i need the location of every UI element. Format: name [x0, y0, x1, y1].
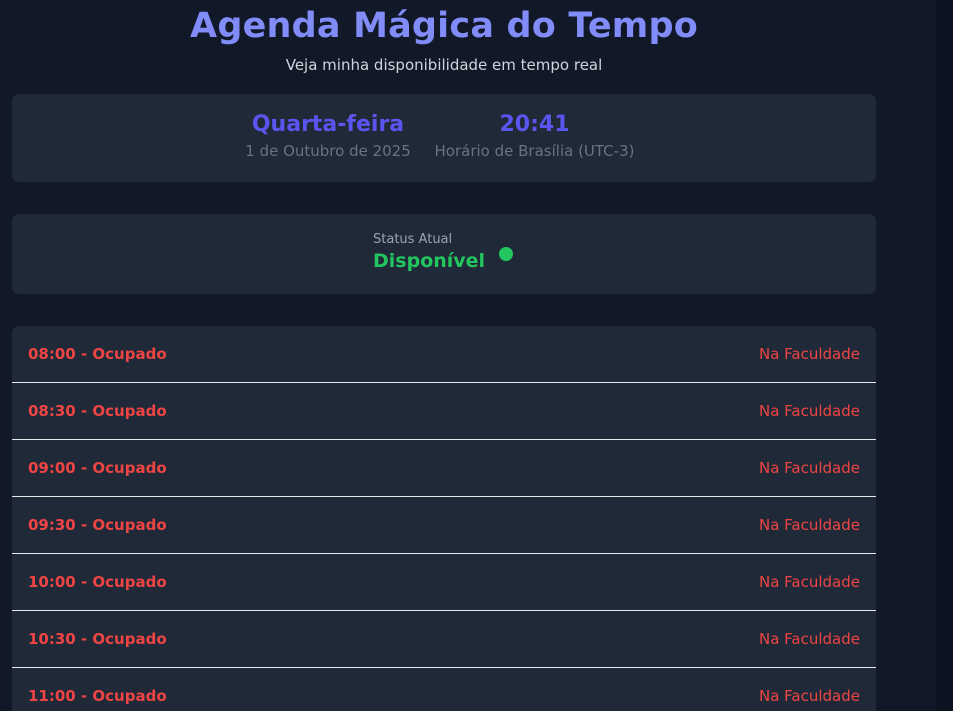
- schedule-slot[interactable]: 09:00 - Ocupado Na Faculdade: [12, 440, 876, 497]
- slot-activity: Na Faculdade: [758, 687, 860, 705]
- clock-card: Quarta-feira 1 de Outubro de 2025 20:41 …: [12, 94, 876, 182]
- page: Agenda Mágica do Tempo Veja minha dispon…: [0, 0, 953, 711]
- slot-time-status: 09:30 - Ocupado: [28, 516, 167, 534]
- slot-activity: Na Faculdade: [758, 402, 860, 420]
- slot-time-status: 10:30 - Ocupado: [28, 630, 167, 648]
- slot-time-status: 10:00 - Ocupado: [28, 573, 167, 591]
- status-card: Status Atual Disponível: [12, 214, 876, 294]
- slot-activity: Na Faculdade: [758, 516, 860, 534]
- schedule-slot[interactable]: 10:00 - Ocupado Na Faculdade: [12, 554, 876, 611]
- status-value: Disponível: [373, 250, 486, 272]
- time-column: 20:41 Horário de Brasília (UTC-3): [427, 111, 642, 161]
- current-time: 20:41: [499, 112, 570, 137]
- status-indicator-dot: [499, 247, 513, 261]
- slot-time-status: 11:00 - Ocupado: [28, 687, 167, 705]
- schedule-slot[interactable]: 09:30 - Ocupado Na Faculdade: [12, 497, 876, 554]
- slot-activity: Na Faculdade: [758, 459, 860, 477]
- scrollbar-track[interactable]: [936, 0, 953, 711]
- slot-activity: Na Faculdade: [758, 573, 860, 591]
- timezone-label: Horário de Brasília (UTC-3): [434, 142, 635, 160]
- page-title: Agenda Mágica do Tempo: [190, 6, 698, 46]
- slot-time-status: 08:00 - Ocupado: [28, 345, 167, 363]
- slot-time-status: 08:30 - Ocupado: [28, 402, 167, 420]
- main-container: Agenda Mágica do Tempo Veja minha dispon…: [12, 0, 876, 711]
- day-column: Quarta-feira 1 de Outubro de 2025: [243, 111, 413, 161]
- schedule-slot[interactable]: 08:30 - Ocupado Na Faculdade: [12, 383, 876, 440]
- status-label: Status Atual: [373, 232, 453, 247]
- day-name: Quarta-feira: [251, 112, 405, 137]
- schedule-list: 08:00 - Ocupado Na Faculdade 08:30 - Ocu…: [12, 326, 876, 711]
- schedule-slot[interactable]: 11:00 - Ocupado Na Faculdade: [12, 668, 876, 711]
- current-date: 1 de Outubro de 2025: [245, 142, 411, 160]
- status-block: Status Atual Disponível: [373, 232, 485, 274]
- slot-activity: Na Faculdade: [758, 345, 860, 363]
- slot-time-status: 09:00 - Ocupado: [28, 459, 167, 477]
- schedule-slot[interactable]: 10:30 - Ocupado Na Faculdade: [12, 611, 876, 668]
- page-subtitle: Veja minha disponibilidade em tempo real: [285, 56, 603, 74]
- schedule-slot[interactable]: 08:00 - Ocupado Na Faculdade: [12, 326, 876, 383]
- slot-activity: Na Faculdade: [758, 630, 860, 648]
